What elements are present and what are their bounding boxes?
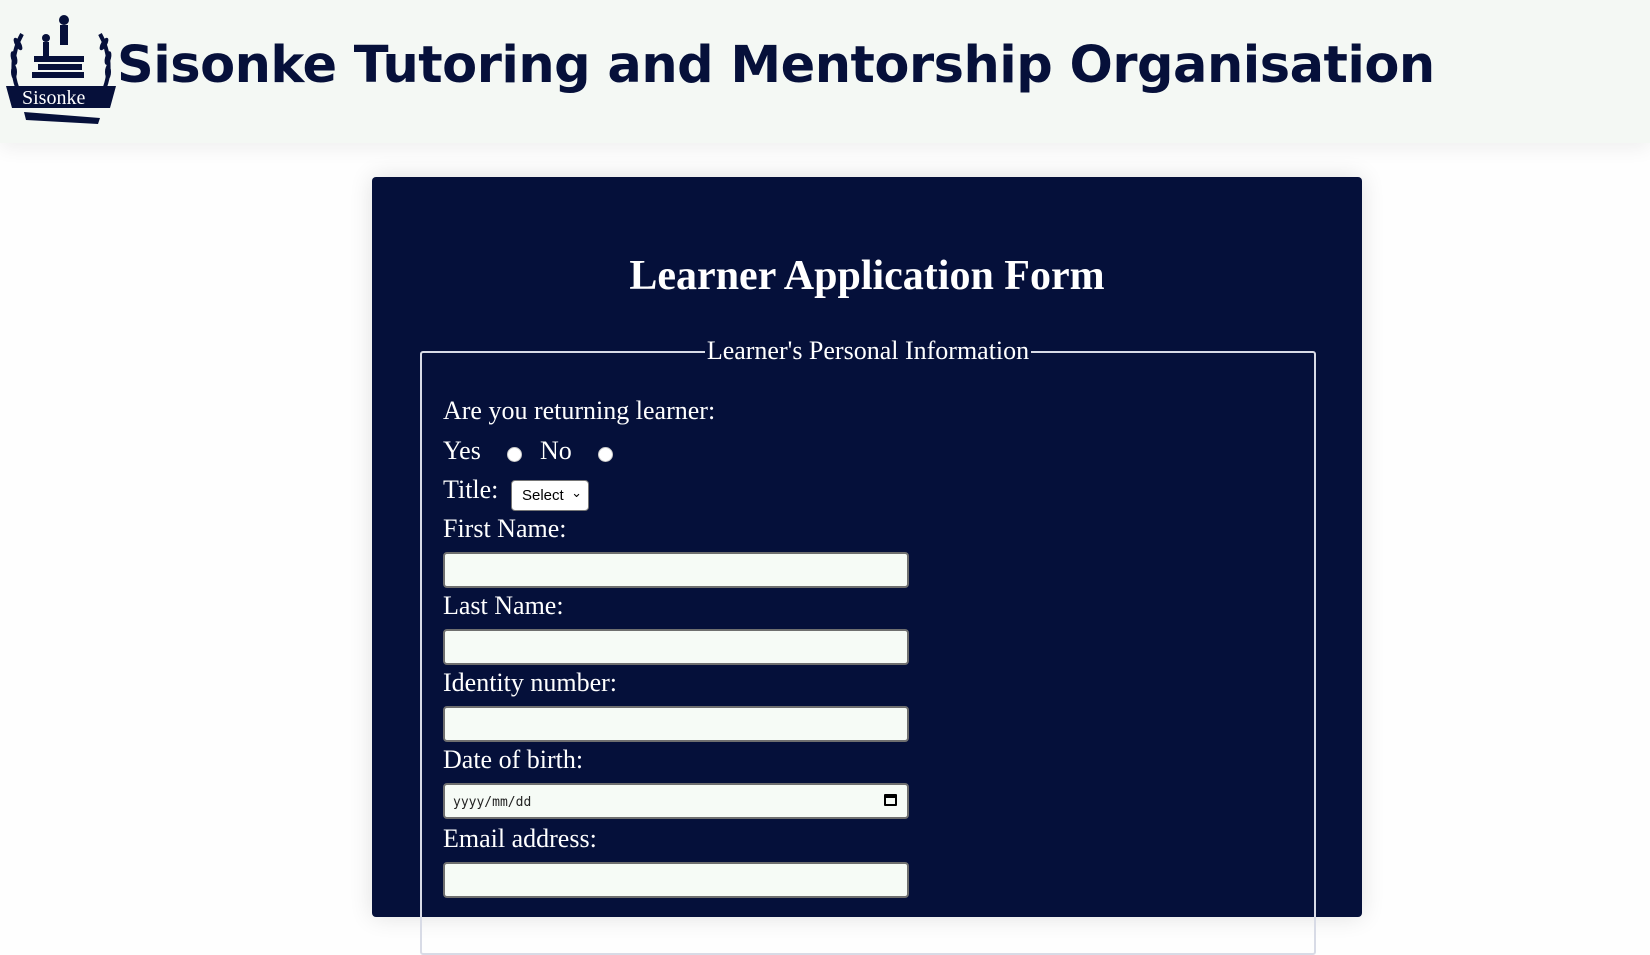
calendar-icon[interactable] — [884, 794, 897, 806]
last-name-input[interactable] — [443, 629, 909, 665]
no-radio[interactable] — [598, 447, 613, 462]
no-label: No — [540, 436, 572, 465]
returning-question-label: Are you returning learner: — [443, 396, 716, 425]
logo-text: Sisonke — [22, 87, 85, 109]
title-select[interactable]: Select ⌄ — [511, 480, 589, 511]
email-input[interactable] — [443, 862, 909, 898]
first-name-input[interactable] — [443, 552, 909, 588]
yes-label: Yes — [443, 436, 481, 465]
first-name-label: First Name: — [443, 514, 567, 543]
sisonke-logo: Sisonke — [6, 15, 116, 124]
identity-number-input[interactable] — [443, 706, 909, 742]
site-header: Sisonke Sisonke Tutoring and Mentorship … — [0, 0, 1650, 143]
email-label: Email address: — [443, 824, 597, 853]
last-name-label: Last Name: — [443, 591, 564, 620]
chevron-down-icon: ⌄ — [571, 485, 582, 500]
title-select-value: Select — [522, 487, 564, 504]
dob-placeholder: yyyy/mm/dd — [453, 795, 532, 810]
title-label: Title: — [443, 475, 499, 504]
legend-text: Learner's Personal Information — [704, 336, 1032, 365]
yes-radio[interactable] — [507, 447, 522, 462]
dob-input[interactable]: yyyy/mm/dd — [443, 783, 909, 819]
site-title: Sisonke Tutoring and Mentorship Organisa… — [117, 36, 1435, 95]
fieldset-legend: Learner's Personal Information — [422, 336, 1314, 366]
dob-label: Date of birth: — [443, 745, 584, 774]
form-title: Learner Application Form — [629, 253, 1105, 299]
identity-number-label: Identity number: — [443, 668, 618, 697]
